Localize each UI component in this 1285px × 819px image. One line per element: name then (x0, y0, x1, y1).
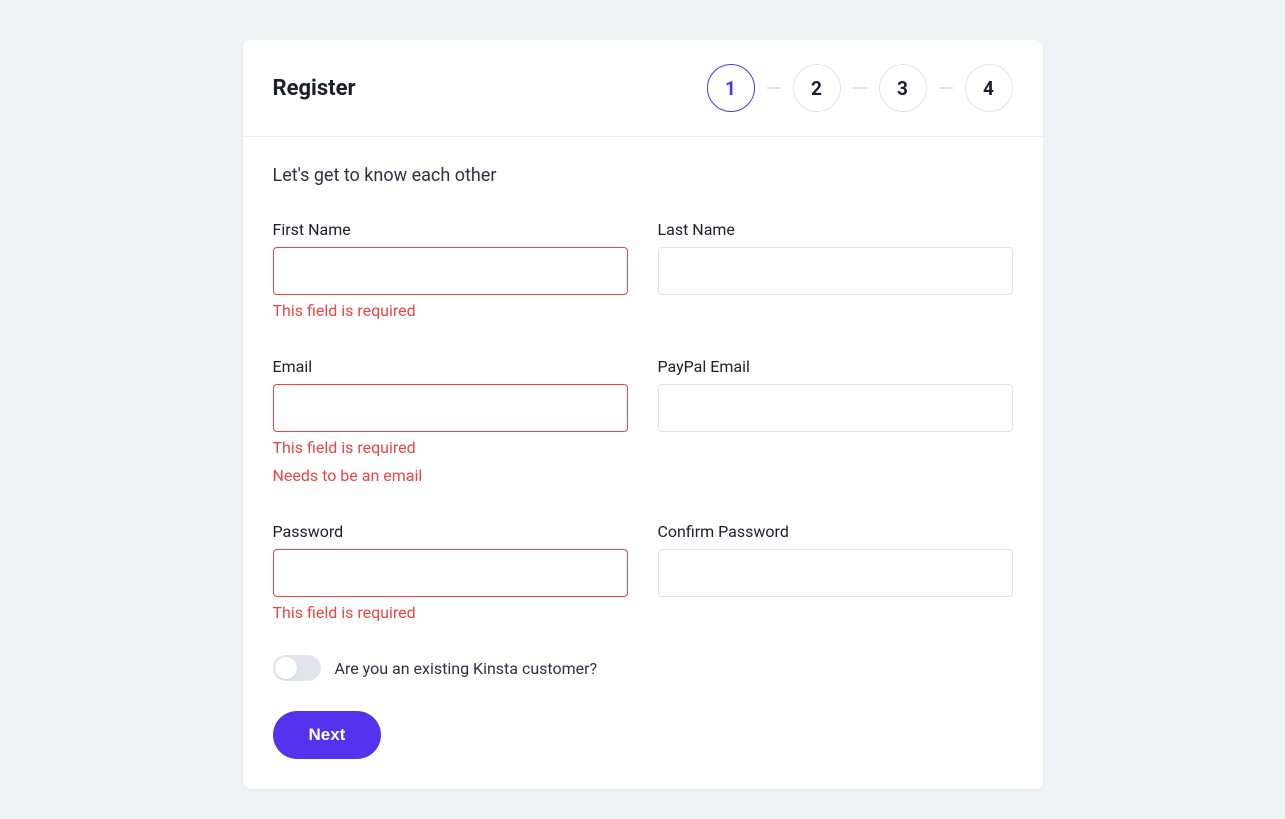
email-error-1: This field is required (273, 436, 628, 460)
email-error-2: Needs to be an email (273, 464, 628, 488)
step-2[interactable]: 2 (793, 64, 841, 112)
email-input[interactable] (273, 384, 628, 432)
password-field-wrap: Password This field is required (273, 522, 628, 625)
confirm-password-label: Confirm Password (658, 522, 1013, 541)
step-4[interactable]: 4 (965, 64, 1013, 112)
first-name-field-wrap: First Name This field is required (273, 220, 628, 323)
stepper: 1 2 3 4 (707, 64, 1013, 112)
paypal-email-field-wrap: PayPal Email (658, 357, 1013, 432)
existing-customer-row: Are you an existing Kinsta customer? (273, 655, 1013, 681)
last-name-field-wrap: Last Name (658, 220, 1013, 295)
step-3[interactable]: 3 (879, 64, 927, 112)
existing-customer-toggle[interactable] (273, 655, 321, 681)
confirm-password-field-wrap: Confirm Password (658, 522, 1013, 597)
password-error: This field is required (273, 601, 628, 625)
card-header: Register 1 2 3 4 (243, 40, 1043, 137)
email-field-wrap: Email This field is required Needs to be… (273, 357, 628, 488)
step-separator (767, 87, 781, 89)
password-input[interactable] (273, 549, 628, 597)
paypal-email-label: PayPal Email (658, 357, 1013, 376)
confirm-password-input[interactable] (658, 549, 1013, 597)
next-button[interactable]: Next (273, 711, 382, 759)
form-grid: First Name This field is required Last N… (273, 220, 1013, 625)
toggle-knob (275, 657, 297, 679)
paypal-email-input[interactable] (658, 384, 1013, 432)
existing-customer-label: Are you an existing Kinsta customer? (335, 659, 598, 678)
subtitle: Let's get to know each other (273, 165, 1013, 186)
step-separator (939, 87, 953, 89)
password-label: Password (273, 522, 628, 541)
first-name-input[interactable] (273, 247, 628, 295)
step-1[interactable]: 1 (707, 64, 755, 112)
first-name-error: This field is required (273, 299, 628, 323)
last-name-label: Last Name (658, 220, 1013, 239)
first-name-label: First Name (273, 220, 628, 239)
register-card: Register 1 2 3 4 Let's get to know each … (243, 40, 1043, 789)
card-body: Let's get to know each other First Name … (243, 137, 1043, 789)
last-name-input[interactable] (658, 247, 1013, 295)
page-title: Register (273, 76, 356, 101)
email-label: Email (273, 357, 628, 376)
step-separator (853, 87, 867, 89)
